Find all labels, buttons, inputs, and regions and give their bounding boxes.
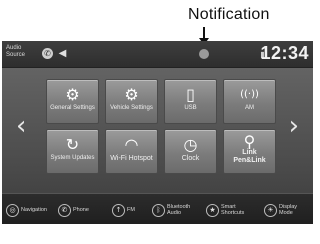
- car-gear-icon: ⚙: [124, 85, 139, 104]
- page-indicator: [150, 185, 170, 198]
- bluetooth-icon: ᛒ: [152, 204, 165, 217]
- shortcut-label: Display Mode: [279, 204, 298, 216]
- shortcut-label: Phone: [73, 207, 89, 213]
- tile-label: USB: [184, 105, 197, 111]
- notification-icon[interactable]: [199, 49, 209, 59]
- manual-figure: Notification Audio Source ✆ ◀ ▮ 12:34 ‹ …: [0, 0, 315, 244]
- tile-label: Link Pen&Link: [233, 149, 266, 164]
- display-icon: ☀: [264, 204, 277, 217]
- tile-label: General Settings: [50, 105, 95, 111]
- shortcut-icon: ★: [206, 204, 219, 217]
- shortcut-label: Smart Shortcuts: [221, 204, 245, 216]
- callout-notification-label: Notification: [188, 6, 270, 23]
- shortcut-bar: ◎ Navigation ✆ Phone ↑ FM ᛒ Bluetooth Au…: [2, 193, 313, 224]
- status-bar: Audio Source ✆ ◀ ▮ 12:34: [2, 41, 313, 68]
- tile-label: System Updates: [50, 155, 95, 161]
- wifi-icon: ◠: [124, 135, 139, 154]
- radio-wave-icon: ((·)): [240, 89, 259, 100]
- display-mode-shortcut[interactable]: ☀ Display Mode: [264, 202, 310, 218]
- shortcut-label: Bluetooth Audio: [167, 204, 191, 216]
- smart-shortcuts-shortcut[interactable]: ★ Smart Shortcuts: [206, 202, 250, 218]
- tile-am[interactable]: ((·)) AM: [223, 79, 276, 124]
- clock-display[interactable]: 12:34: [260, 43, 309, 64]
- usb-icon: ▯: [186, 85, 195, 104]
- volume-icon: ◀: [58, 48, 67, 59]
- tile-clock[interactable]: ◷ Clock: [164, 129, 217, 174]
- phone-icon: ✆: [58, 204, 71, 217]
- next-page-arrow-icon[interactable]: ›: [289, 113, 299, 139]
- navigation-icon: ◎: [6, 204, 19, 217]
- refresh-icon: ↻: [65, 135, 80, 154]
- tile-label: AM: [245, 105, 254, 111]
- tile-label: Wi-Fi Hotspot: [110, 155, 153, 162]
- previous-page-arrow-icon[interactable]: ‹: [16, 113, 26, 139]
- tile-vehicle-settings[interactable]: ⚙ Vehicle Settings: [105, 79, 158, 124]
- shortcut-label: Navigation: [21, 207, 47, 213]
- tile-system-updates[interactable]: ↻ System Updates: [46, 129, 99, 174]
- phone-status-icon: ✆: [42, 48, 53, 59]
- tile-label: Clock: [181, 155, 200, 162]
- bluetooth-audio-shortcut[interactable]: ᛒ Bluetooth Audio: [152, 202, 196, 218]
- tile-label: Vehicle Settings: [110, 105, 153, 111]
- tile-wifi-hotspot[interactable]: ◠ Wi-Fi Hotspot: [105, 129, 158, 174]
- shortcut-label: FM: [127, 207, 135, 213]
- fm-icon: ↑: [112, 204, 125, 217]
- gear-icon: ⚙: [65, 85, 80, 104]
- link-icon: ⚲: [243, 132, 256, 151]
- tile-general-settings[interactable]: ⚙ General Settings: [46, 79, 99, 124]
- clock-icon: ◷: [183, 135, 198, 154]
- tile-link-penlink[interactable]: ⚲ Link Pen&Link: [223, 129, 276, 174]
- audio-source-button[interactable]: Audio Source: [6, 45, 36, 59]
- head-unit-screen: Audio Source ✆ ◀ ▮ 12:34 ‹ › ⚙ General S…: [2, 41, 313, 224]
- home-menu-grid: ⚙ General Settings ⚙ Vehicle Settings ▯ …: [46, 79, 276, 174]
- tile-usb[interactable]: ▯ USB: [164, 79, 217, 124]
